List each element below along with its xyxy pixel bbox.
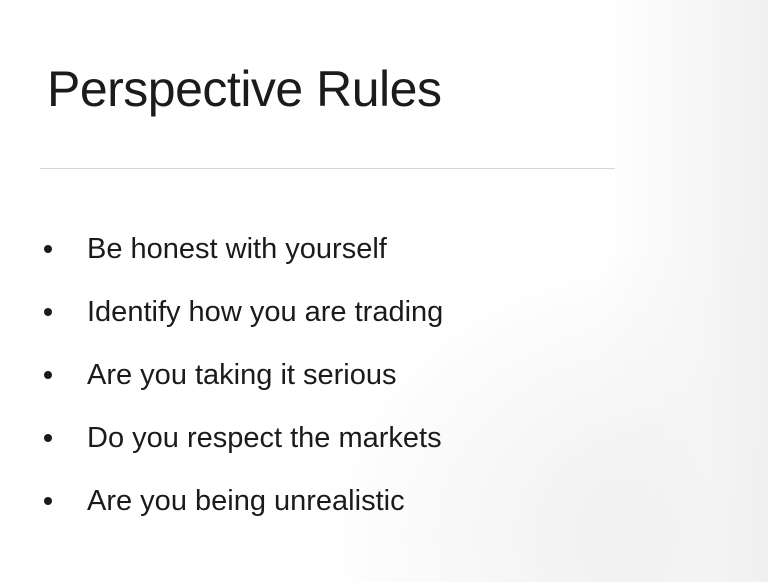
list-item: Do you respect the markets: [44, 407, 443, 470]
bullet-text: Identify how you are trading: [87, 296, 444, 328]
list-item: Are you being unrealistic: [44, 470, 443, 533]
bullet-icon: [44, 244, 52, 253]
bullet-icon: [44, 307, 52, 316]
title-divider: [40, 168, 615, 169]
list-item: Be honest with yourself: [44, 218, 443, 281]
bullet-text: Are you being unrealistic: [87, 485, 405, 517]
bullet-text: Are you taking it serious: [87, 359, 397, 391]
list-item: Are you taking it serious: [44, 344, 443, 407]
slide-title: Perspective Rules: [47, 61, 442, 117]
bullet-list: Be honest with yourself Identify how you…: [44, 218, 443, 533]
bullet-icon: [44, 433, 52, 442]
bullet-text: Do you respect the markets: [87, 422, 442, 454]
slide: Perspective Rules Be honest with yoursel…: [0, 0, 768, 582]
bullet-icon: [44, 496, 52, 505]
bullet-icon: [44, 370, 52, 379]
list-item: Identify how you are trading: [44, 281, 443, 344]
bullet-text: Be honest with yourself: [87, 233, 387, 265]
